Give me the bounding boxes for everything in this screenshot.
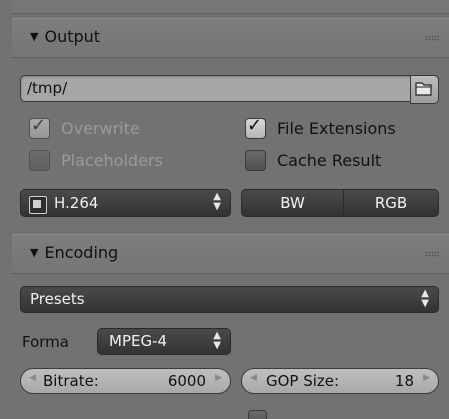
increment-arrow-icon[interactable]: ▶: [423, 373, 430, 383]
placeholders-box[interactable]: [29, 149, 50, 171]
overwrite-checkbox[interactable]: ✓ Overwrite: [29, 115, 140, 140]
encoding-title-text: Encoding: [44, 243, 119, 262]
output-panel-title[interactable]: ▼ Output: [30, 27, 100, 46]
file-format-dropdown[interactable]: H.264 ▲ ▼: [20, 189, 231, 217]
decrement-arrow-icon[interactable]: ◀: [29, 373, 36, 383]
presets-dropdown[interactable]: Presets ▲ ▼: [20, 286, 439, 313]
file-extensions-checkbox[interactable]: ✓ File Extensions: [245, 115, 396, 140]
up-down-arrows-icon: ▲ ▼: [213, 330, 221, 351]
color-mode-rgb-button[interactable]: RGB: [343, 189, 439, 217]
bitrate-label: Bitrate:: [43, 372, 99, 390]
placeholders-label: Placeholders: [61, 150, 163, 170]
placeholders-checkbox[interactable]: Placeholders: [29, 148, 163, 172]
bitrate-field[interactable]: ◀ Bitrate: 6000 ▶: [20, 368, 231, 394]
overwrite-label: Overwrite: [61, 118, 140, 138]
gop-size-field[interactable]: ◀ GOP Size: 18 ▶: [241, 368, 439, 394]
output-panel-header[interactable]: ▼ Output: [12, 18, 449, 58]
overwrite-box[interactable]: ✓: [29, 115, 50, 139]
triangle-down-icon: ▼: [30, 246, 39, 259]
properties-editor: ▼ Output /tmp/ ✓ Overwrite ✓ File Extensi…: [0, 0, 449, 419]
encoding-panel-header[interactable]: ▼ Encoding: [12, 234, 449, 274]
format-dropdown[interactable]: MPEG-4 ▲ ▼: [97, 328, 231, 355]
grip-dots-icon[interactable]: [425, 35, 439, 41]
bitrate-value: 6000: [167, 372, 206, 390]
gop-size-value: 18: [394, 372, 414, 390]
cache-result-checkbox[interactable]: Cache Result: [245, 148, 381, 172]
format-value: MPEG-4: [109, 332, 168, 350]
checkmark-icon: ✓: [247, 114, 263, 136]
increment-arrow-icon[interactable]: ▶: [215, 373, 222, 383]
cache-result-box[interactable]: [245, 149, 266, 171]
folder-icon: [415, 82, 432, 96]
decrement-arrow-icon[interactable]: ◀: [250, 373, 257, 383]
output-title-text: Output: [44, 27, 101, 46]
folder-browse-button[interactable]: [410, 75, 439, 104]
encoding-panel-title[interactable]: ▼ Encoding: [30, 243, 118, 262]
panel-header-previous: [12, 0, 449, 14]
clipped-checkbox[interactable]: [248, 410, 267, 419]
grip-dots-icon[interactable]: [425, 251, 439, 257]
up-down-arrows-icon: ▲ ▼: [421, 288, 429, 309]
color-mode-bw-button[interactable]: BW: [241, 189, 344, 217]
file-extensions-box[interactable]: ✓: [245, 115, 266, 139]
triangle-down-icon: ▼: [30, 30, 39, 43]
film-icon: [29, 196, 47, 214]
file-format-value: H.264: [54, 194, 99, 212]
presets-label: Presets: [30, 290, 85, 308]
color-mode-rgb-label: RGB: [374, 194, 408, 212]
format-label: Forma: [22, 333, 69, 351]
up-down-arrows-icon: ▲ ▼: [213, 191, 221, 212]
checkmark-icon: ✓: [31, 114, 47, 136]
output-path-field[interactable]: /tmp/: [20, 75, 439, 104]
color-mode-bw-label: BW: [280, 194, 305, 212]
output-path-text: /tmp/: [27, 79, 68, 97]
file-extensions-label: File Extensions: [277, 118, 396, 138]
gop-size-label: GOP Size:: [266, 372, 340, 390]
cache-result-label: Cache Result: [277, 150, 382, 170]
